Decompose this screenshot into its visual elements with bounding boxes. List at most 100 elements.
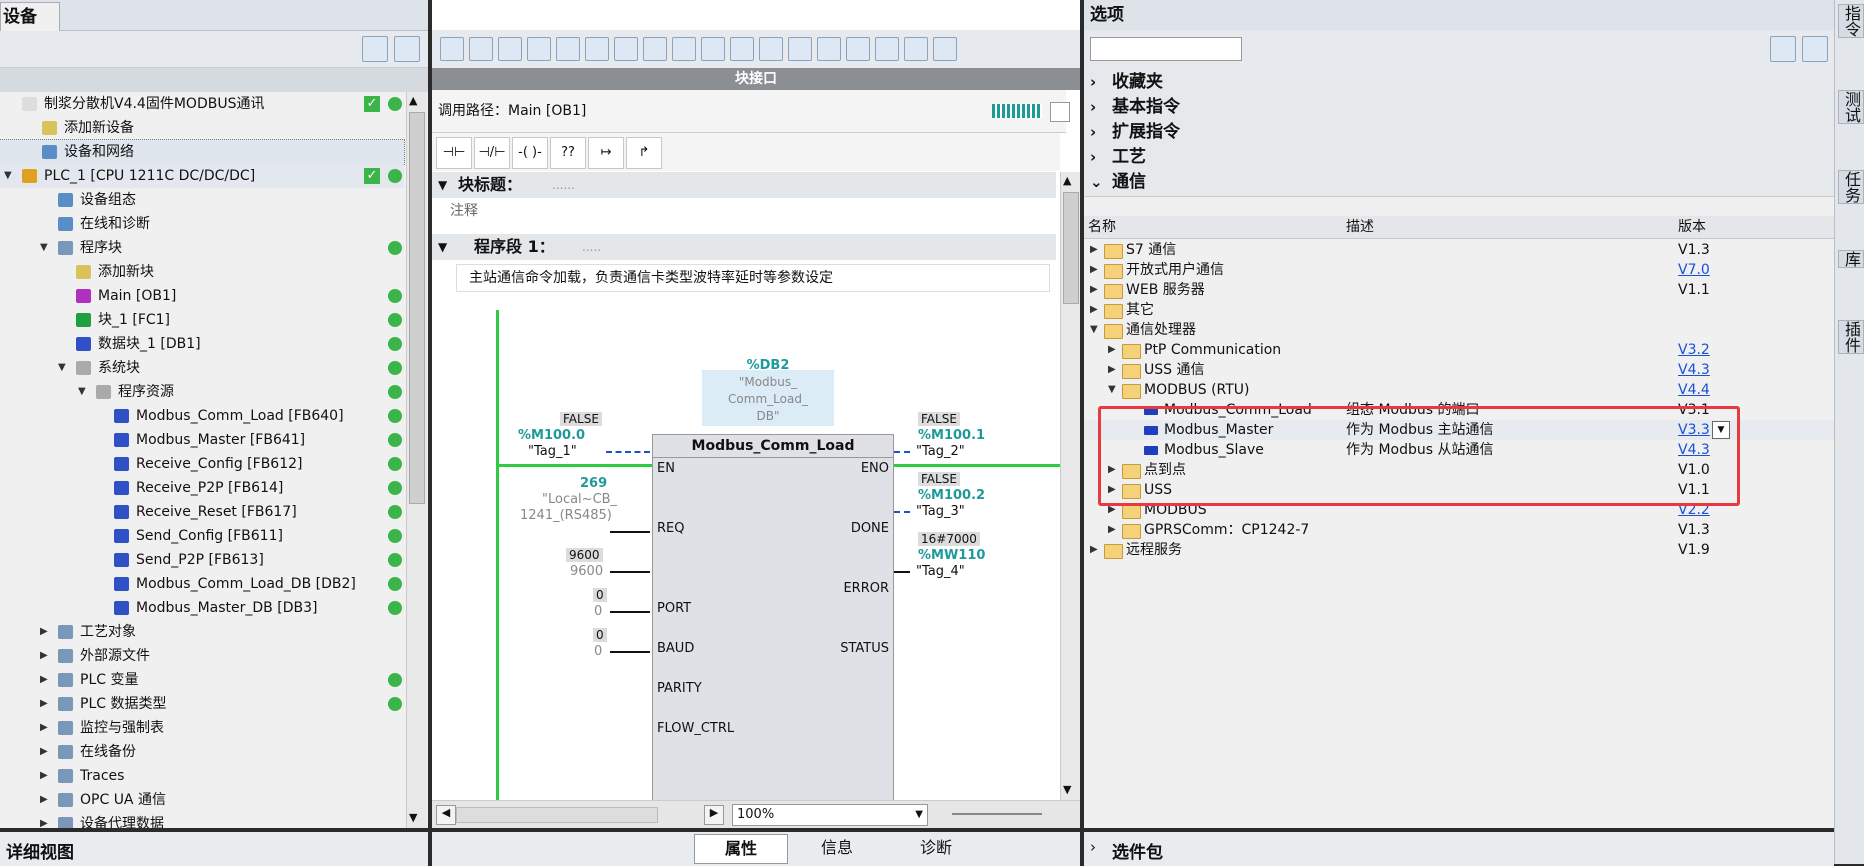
- no-contact-button[interactable]: ⊣⊢: [436, 137, 472, 169]
- tree-item[interactable]: ▼ 程序块: [0, 236, 404, 260]
- instruction-version[interactable]: V3.2: [1678, 340, 1710, 360]
- detail-view-bar[interactable]: 详细视图: [0, 830, 428, 866]
- collapse-icon[interactable]: ▼: [438, 172, 447, 198]
- coil-button[interactable]: -( )-: [512, 137, 548, 169]
- tree-item[interactable]: Modbus_Master_DB [DB3]: [0, 596, 404, 620]
- editor-tool-icon[interactable]: [585, 37, 609, 61]
- editor-tool-icon[interactable]: [527, 37, 551, 61]
- instruction-row[interactable]: ▶ PtP Communication V3.2: [1084, 340, 1834, 360]
- instruction-row[interactable]: ▶ 其它: [1084, 300, 1834, 320]
- error-tag[interactable]: "Tag_3": [916, 504, 965, 519]
- editor-tool-icon[interactable]: [846, 37, 870, 61]
- instruction-row[interactable]: ▼ MODBUS (RTU) V4.4: [1084, 380, 1834, 400]
- collapse-icon[interactable]: ▶: [1090, 540, 1098, 560]
- req-address[interactable]: %M100.0: [518, 428, 585, 443]
- instruction-version[interactable]: V4.3: [1678, 360, 1710, 380]
- col-desc[interactable]: 描述: [1346, 216, 1374, 238]
- collapse-icon[interactable]: ▶: [40, 644, 48, 668]
- layout-icon-right[interactable]: [1802, 36, 1828, 62]
- expand-icon[interactable]: ▼: [1090, 320, 1098, 340]
- tree-item[interactable]: ▶ PLC 变量: [0, 668, 404, 692]
- horizontal-scrollbar[interactable]: [456, 807, 658, 823]
- collapse-icon[interactable]: ▶: [40, 812, 48, 828]
- req-tag[interactable]: "Tag_1": [528, 444, 577, 459]
- devices-tab[interactable]: 设备: [0, 2, 60, 31]
- tree-item[interactable]: 添加新设备: [0, 116, 404, 140]
- tree-item[interactable]: ▶ 监控与强制表: [0, 716, 404, 740]
- editor-tool-icon[interactable]: [643, 37, 667, 61]
- instruction-row[interactable]: ▶ USS 通信 V4.3: [1084, 360, 1834, 380]
- tree-item[interactable]: Send_Config [FB611]: [0, 524, 404, 548]
- editor-tool-icon[interactable]: [933, 37, 957, 61]
- expand-icon[interactable]: ▼: [4, 164, 12, 188]
- editor-tool-icon[interactable]: [904, 37, 928, 61]
- done-address[interactable]: %M100.1: [918, 428, 985, 443]
- instruction-category[interactable]: ⌄ 通信: [1084, 168, 1834, 197]
- block-interface-header[interactable]: 块接口: [432, 68, 1080, 90]
- tree-item[interactable]: ▼ PLC_1 [CPU 1211C DC/DC/DC] ✓: [0, 164, 404, 188]
- scroll-down-icon[interactable]: ▼: [409, 811, 417, 824]
- tree-item[interactable]: Modbus_Comm_Load_DB [DB2]: [0, 572, 404, 596]
- editor-scroll-thumb[interactable]: [1063, 192, 1079, 304]
- collapse-icon[interactable]: ▶: [1090, 240, 1098, 260]
- expand-icon[interactable]: ▼: [58, 356, 66, 380]
- instance-db-box[interactable]: %DB2 "Modbus_ Comm_Load_ DB": [702, 358, 834, 426]
- empty-box-button[interactable]: ??: [550, 137, 586, 169]
- editor-tool-icon[interactable]: [498, 37, 522, 61]
- scroll-up-icon[interactable]: ▲: [409, 94, 417, 107]
- chevron-down-icon[interactable]: ⌄: [1090, 168, 1103, 196]
- network-comment[interactable]: 主站通信命令加载，负责通信卡类型波特率延时等参数设定: [456, 264, 1050, 292]
- collapse-icon[interactable]: ▶: [1090, 300, 1098, 320]
- tree-item[interactable]: ▶ PLC 数据类型: [0, 692, 404, 716]
- nc-contact-button[interactable]: ⊣/⊢: [474, 137, 510, 169]
- instruction-version[interactable]: V7.0: [1678, 260, 1710, 280]
- collapse-icon[interactable]: ▶: [1090, 280, 1098, 300]
- tree-item[interactable]: ▶ 外部源文件: [0, 644, 404, 668]
- close-branch-button[interactable]: ↱: [626, 137, 662, 169]
- editor-tool-icon[interactable]: [469, 37, 493, 61]
- block-title-row[interactable]: ▼ 块标题： ......: [432, 172, 1056, 198]
- scroll-thumb[interactable]: [409, 112, 425, 504]
- col-version[interactable]: 版本: [1678, 216, 1706, 238]
- side-tab[interactable]: 库: [1838, 250, 1864, 268]
- tab-diagnostics[interactable]: 诊断: [888, 834, 984, 862]
- editor-tool-icon[interactable]: [614, 37, 638, 61]
- editor-tool-icon[interactable]: [730, 37, 754, 61]
- tree-item[interactable]: Receive_Config [FB612]: [0, 452, 404, 476]
- open-branch-button[interactable]: ↦: [588, 137, 624, 169]
- side-tab[interactable]: 指令: [1838, 4, 1864, 38]
- block-comment[interactable]: 注释: [450, 200, 478, 220]
- tree-item[interactable]: Modbus_Master [FB641]: [0, 428, 404, 452]
- port-tag-line1[interactable]: "Local~CB_: [542, 492, 617, 507]
- tree-item[interactable]: 块_1 [FC1]: [0, 308, 404, 332]
- tree-item[interactable]: Receive_Reset [FB617]: [0, 500, 404, 524]
- editor-scroll-down-icon[interactable]: ▼: [1063, 783, 1071, 796]
- editor-tool-icon[interactable]: [440, 37, 464, 61]
- tree-item[interactable]: 制浆分散机V4.4固件MODBUS通讯 ✓: [0, 92, 404, 116]
- chevron-right-icon[interactable]: ›: [1090, 68, 1096, 96]
- editor-scrollbar[interactable]: ▲ ▼: [1060, 172, 1080, 800]
- collapse-icon[interactable]: ▶: [1090, 260, 1098, 280]
- collapse-icon[interactable]: ▶: [40, 764, 48, 788]
- tree-item[interactable]: 设备组态: [0, 188, 404, 212]
- expand-icon[interactable]: ▼: [40, 236, 48, 260]
- tree-item[interactable]: ▶ 工艺对象: [0, 620, 404, 644]
- collapse-icon[interactable]: ▶: [40, 716, 48, 740]
- tree-item[interactable]: Modbus_Comm_Load [FB640]: [0, 404, 404, 428]
- collapse-icon[interactable]: ▶: [40, 620, 48, 644]
- tree-item[interactable]: ▶ 在线备份: [0, 740, 404, 764]
- collapse-icon[interactable]: ▶: [1108, 340, 1116, 360]
- tree-item[interactable]: ▶ Traces: [0, 764, 404, 788]
- collapse-icon[interactable]: ▶: [40, 788, 48, 812]
- scroll-left-icon[interactable]: ◀: [436, 805, 456, 825]
- instruction-row[interactable]: ▶ 开放式用户通信 V7.0: [1084, 260, 1834, 280]
- network-title-row[interactable]: ▼ 程序段 1： .....: [432, 234, 1056, 260]
- collapse-icon[interactable]: ▶: [40, 692, 48, 716]
- expand-icon[interactable]: ▼: [1108, 380, 1116, 400]
- settings-icon[interactable]: [394, 36, 420, 62]
- status-address[interactable]: %MW110: [918, 548, 985, 563]
- collapse-icon[interactable]: ▶: [1108, 360, 1116, 380]
- editor-tool-icon[interactable]: [788, 37, 812, 61]
- collapse-icon[interactable]: ▶: [40, 668, 48, 692]
- tree-item[interactable]: 设备和网络: [0, 139, 405, 165]
